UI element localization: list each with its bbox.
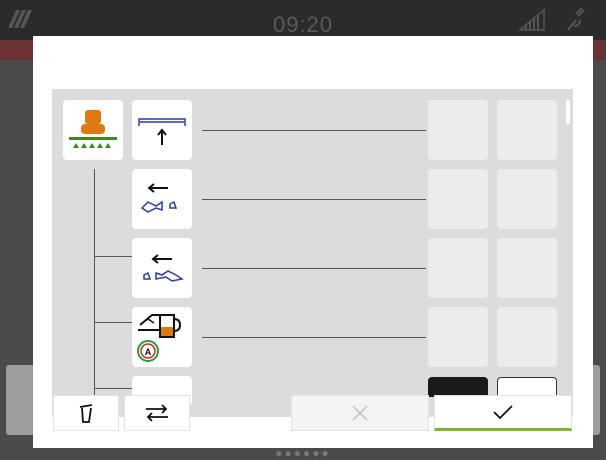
cancel-button[interactable] <box>291 395 429 431</box>
clock-time: 09:20 <box>272 12 334 37</box>
status-bar: 09:20 <box>0 0 606 40</box>
list-scrollbar[interactable] <box>566 100 570 124</box>
delete-button[interactable] <box>53 395 119 431</box>
tree-branch-3 <box>94 322 132 323</box>
function-tree-list: A <box>52 89 573 417</box>
signal-strength-icon <box>518 8 545 31</box>
assign-slot[interactable] <box>428 238 488 298</box>
row-connector <box>202 268 426 269</box>
close-icon <box>352 405 368 421</box>
assign-slot[interactable] <box>497 100 557 160</box>
assigned-slot-light[interactable] <box>497 377 557 397</box>
assign-slot[interactable] <box>428 307 488 367</box>
assign-slot[interactable] <box>428 169 488 229</box>
tree-branch-2 <box>94 256 132 257</box>
swap-arrows-icon <box>146 404 168 422</box>
assign-slot[interactable] <box>428 100 488 160</box>
gps-satellite-icon <box>567 8 585 31</box>
trash-icon <box>79 404 93 423</box>
boom-fold-right-icon[interactable] <box>132 238 192 298</box>
confirm-button[interactable] <box>434 395 572 431</box>
row-connector <box>202 199 426 200</box>
tank-level-auto-icon[interactable]: A <box>132 307 192 367</box>
assign-slot[interactable] <box>497 238 557 298</box>
assigned-slot-dark[interactable] <box>428 377 488 397</box>
boom-raise-icon[interactable] <box>132 100 192 160</box>
assign-slot[interactable] <box>497 169 557 229</box>
row-connector <box>202 130 426 131</box>
swap-button[interactable] <box>124 395 190 431</box>
page-indicator: ●●●●●● <box>275 446 331 460</box>
tree-branch-line <box>94 169 95 417</box>
sprayer-machine-icon[interactable] <box>63 100 123 160</box>
assign-slot[interactable] <box>497 307 557 367</box>
boom-fold-left-icon[interactable] <box>132 169 192 229</box>
machine-function-dialog: A <box>33 36 593 448</box>
check-icon <box>493 405 513 420</box>
auto-badge-letter: A <box>145 347 152 357</box>
row-connector <box>202 337 426 338</box>
tree-branch-4 <box>94 388 132 389</box>
